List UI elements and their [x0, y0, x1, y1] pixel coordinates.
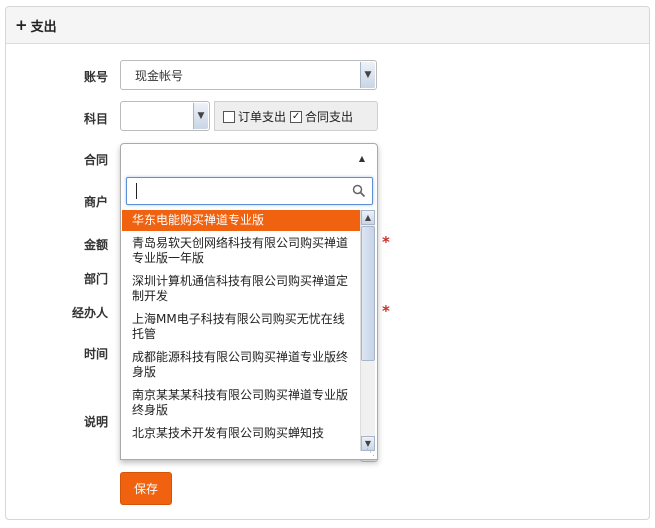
subject-label: 科目	[83, 112, 108, 126]
department-label: 部门	[83, 272, 108, 286]
handler-required-mark: *	[382, 302, 390, 320]
amount-label: 金额	[83, 238, 108, 252]
caret-up-icon: ▲	[358, 154, 365, 163]
search-icon	[352, 184, 366, 198]
chevron-down-icon: ▼	[193, 103, 208, 129]
panel-title: 支出	[30, 19, 57, 35]
contract-search-input[interactable]	[126, 177, 373, 205]
dropdown-scrollbar[interactable]: ▲ ▼	[360, 210, 375, 451]
merchant-label: 商户	[83, 195, 108, 209]
account-label: 账号	[83, 70, 108, 84]
contract-option[interactable]: 成都能源科技有限公司购买禅道专业版终身版	[122, 347, 362, 383]
contract-expense-checkbox[interactable]: ✓	[290, 111, 303, 123]
contract-option[interactable]: 北京某技术开发有限公司购买蝉知技	[122, 423, 362, 444]
plus-icon: +	[15, 16, 28, 34]
note-label: 说明	[83, 415, 108, 429]
contract-options-list: 华东电能购买禅道专业版 青岛易软天创网络科技有限公司购买禅道专业版一年版 深圳计…	[122, 210, 362, 450]
expense-type-group: 订单支出 ✓ 合同支出	[214, 101, 378, 131]
contract-option[interactable]: 深圳计算机通信科技有限公司购买禅道定制开发	[122, 271, 362, 307]
contract-option[interactable]: 上海MM电子科技有限公司购买无忧在线托管	[122, 309, 362, 345]
handler-label: 经办人	[71, 306, 108, 320]
order-expense-label: 订单支出	[238, 109, 287, 124]
chevron-down-icon: ▼	[360, 62, 375, 88]
subject-select[interactable]: ▼	[120, 101, 210, 131]
save-button[interactable]: 保存	[120, 472, 172, 505]
panel-header: + 支出	[6, 7, 649, 44]
text-cursor	[136, 183, 137, 199]
account-select[interactable]: 现金帐号 ▼	[120, 60, 377, 90]
contract-option[interactable]: 南京某某某科技有限公司购买禅道专业版终身版	[122, 385, 362, 421]
amount-required-mark: *	[382, 233, 390, 251]
contract-label: 合同	[83, 153, 108, 167]
scrollbar-thumb[interactable]	[361, 226, 375, 361]
resize-grip-icon[interactable]: ⋱	[366, 448, 375, 458]
scroll-up-icon[interactable]: ▲	[361, 210, 375, 225]
order-expense-checkbox[interactable]	[223, 111, 235, 123]
time-label: 时间	[83, 347, 108, 361]
contract-option[interactable]: 华东电能购买禅道专业版	[122, 210, 362, 231]
account-select-value: 现金帐号	[135, 68, 184, 83]
contract-expense-label: 合同支出	[305, 109, 354, 124]
contract-option[interactable]: 青岛易软天创网络科技有限公司购买禅道专业版一年版	[122, 233, 362, 269]
contract-dropdown[interactable]: ▲ 华东电能购买禅道专业版 青岛易软天创网络科技有限公司购买禅道专业版一年版 深…	[120, 143, 378, 460]
